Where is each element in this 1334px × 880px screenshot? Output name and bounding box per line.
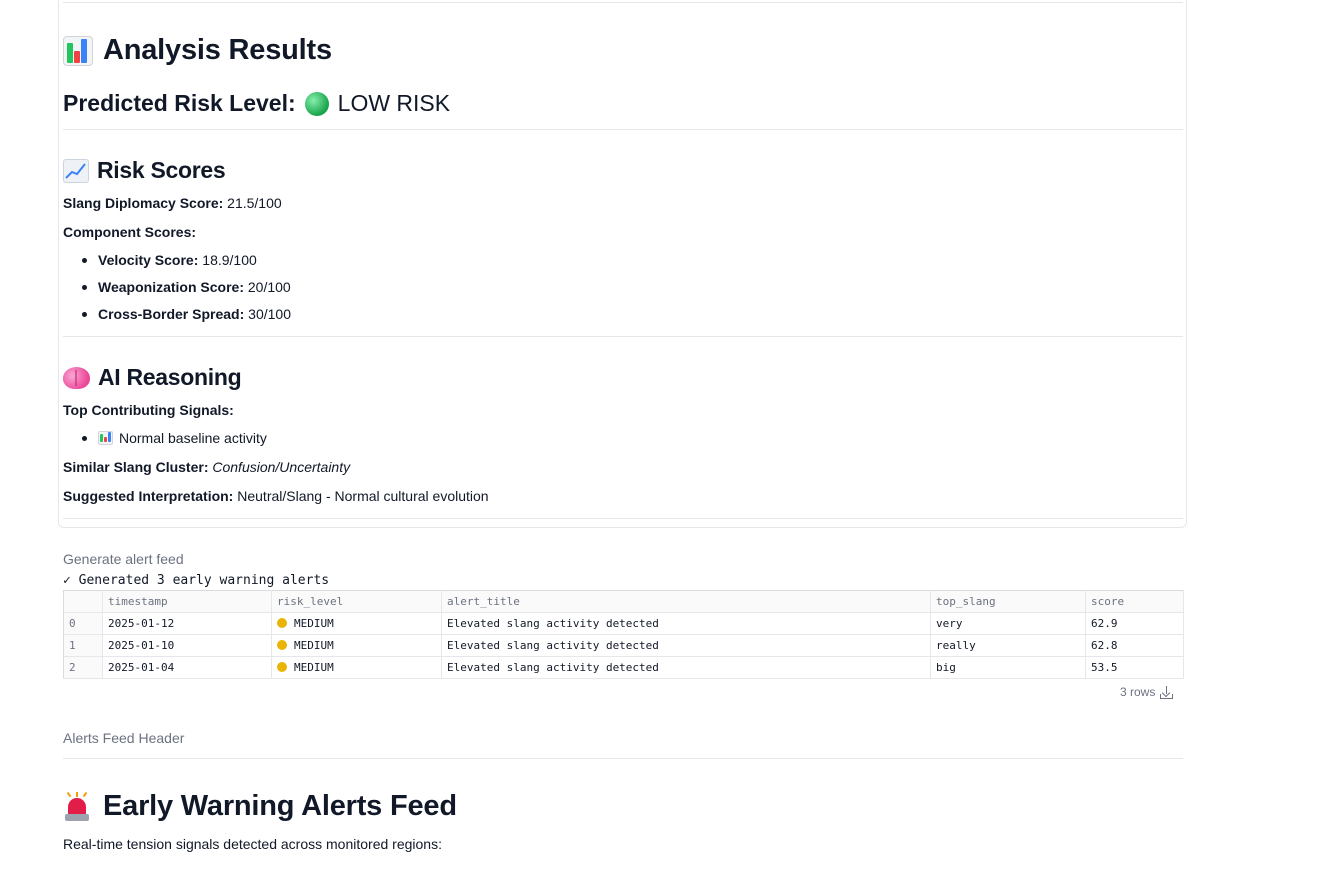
cell-top-slang: big [930,656,1086,679]
component-scores-label: Component Scores: [63,224,197,240]
cell-top-slang: really [930,634,1086,657]
list-item: Weaponization Score: 20/100 [82,279,291,295]
divider [63,129,1183,130]
siren-icon [63,791,91,822]
column-header-timestamp[interactable]: timestamp [102,590,272,613]
alerts-feed-title: Early Warning Alerts Feed [63,790,457,823]
alerts-table[interactable]: timestamp risk_level alert_title top_sla… [63,590,1184,679]
trend-chart-icon [63,158,89,183]
predicted-risk-heading: Predicted Risk Level: LOW RISK [63,90,451,116]
predicted-risk-value: LOW RISK [337,90,451,116]
cell-timestamp: 2025-01-04 [102,656,272,679]
row-count-footer: 3 rows [1120,685,1174,699]
cell-score: 62.8 [1085,634,1184,657]
list-item: Cross-Border Spread: 30/100 [82,306,291,322]
row-index: 0 [63,612,103,635]
slang-diplomacy-score: Slang Diplomacy Score: 21.5/100 [63,195,282,211]
cell-risk-level: MEDIUM [271,656,442,679]
column-header-score[interactable]: score [1085,590,1184,613]
table-header-row: timestamp risk_level alert_title top_sla… [63,590,1184,613]
bar-chart-icon [63,35,93,66]
table-row[interactable]: 1 2025-01-10 MEDIUM Elevated slang activ… [63,634,1184,657]
bar-chart-icon [98,431,113,445]
status-message: ✓ Generated 3 early warning alerts [63,573,330,588]
top-signals-label: Top Contributing Signals: [63,402,234,418]
table-row[interactable]: 2 2025-01-04 MEDIUM Elevated slang activ… [63,656,1184,679]
step-label: Generate alert feed [63,551,184,567]
yellow-circle-icon [277,618,287,628]
suggested-interpretation: Suggested Interpretation: Neutral/Slang … [63,488,489,504]
yellow-circle-icon [277,640,287,650]
divider [63,2,1183,3]
divider [63,518,1183,519]
row-index: 1 [63,634,103,657]
ai-reasoning-title: AI Reasoning [63,364,242,391]
yellow-circle-icon [277,662,287,672]
table-row[interactable]: 0 2025-01-12 MEDIUM Elevated slang activ… [63,612,1184,635]
cell-alert-title: Elevated slang activity detected [441,634,931,657]
column-header-alert-title[interactable]: alert_title [441,590,931,613]
risk-scores-title: Risk Scores [63,157,226,184]
green-circle-icon [304,91,329,116]
download-icon[interactable] [1160,685,1174,699]
cell-alert-title: Elevated slang activity detected [441,656,931,679]
divider [63,758,1183,759]
analysis-title: Analysis Results [63,34,332,67]
alerts-feed-subtitle: Real-time tension signals detected acros… [63,836,442,852]
cell-top-slang: very [930,612,1086,635]
cell-score: 62.9 [1085,612,1184,635]
list-item: Normal baseline activity [82,430,267,446]
cell-risk-level: MEDIUM [271,612,442,635]
cell-alert-title: Elevated slang activity detected [441,612,931,635]
column-header-top-slang[interactable]: top_slang [930,590,1086,613]
divider [63,336,1183,337]
cell-timestamp: 2025-01-12 [102,612,272,635]
cell-risk-level: MEDIUM [271,634,442,657]
column-header-risk-level[interactable]: risk_level [271,590,442,613]
similar-cluster: Similar Slang Cluster: Confusion/Uncerta… [63,459,351,475]
list-item: Velocity Score: 18.9/100 [82,252,257,268]
cell-timestamp: 2025-01-10 [102,634,272,657]
cell-score: 53.5 [1085,656,1184,679]
brain-icon [63,366,90,389]
column-header-index[interactable] [63,590,103,613]
step-label: Alerts Feed Header [63,730,185,746]
row-index: 2 [63,656,103,679]
